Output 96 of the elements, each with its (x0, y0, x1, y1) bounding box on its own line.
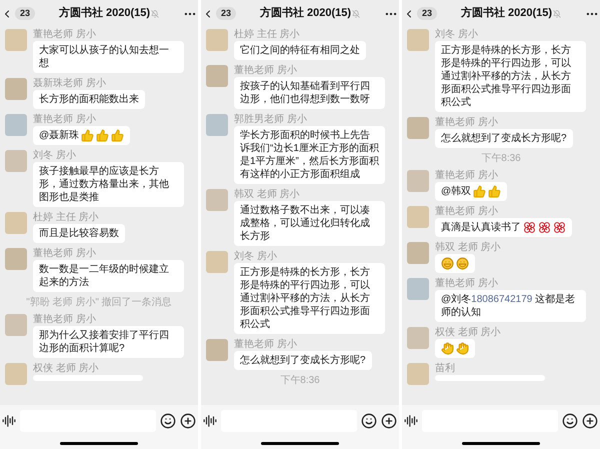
avatar-photo-placeholder[interactable] (5, 29, 27, 51)
chat-title: 方圆书社 2020(15) (260, 6, 352, 22)
sender-name: 韩双 老师 房小 (435, 242, 501, 253)
thumbs-up-icon (473, 185, 486, 198)
avatar-photo-placeholder[interactable] (407, 242, 429, 264)
sender-name: 杜婷 主任 房小 (234, 29, 301, 40)
avatar-photo-placeholder[interactable] (407, 206, 429, 228)
system-notice: "郭盼 老师 房小" 撤回了一条消息 (26, 297, 172, 309)
message-text: 它们之间的特征有相同之处 (240, 44, 360, 57)
sender-name: 郭胜男老师 房小 (234, 114, 308, 125)
grin-face-icon (441, 257, 454, 270)
avatar-photo-placeholder[interactable] (5, 314, 27, 336)
sender-name: 董艳老师 房小 (435, 170, 499, 181)
message-text: 通过数格子数不出来，可以凑成整格，可以通过化归转化成长方形 (240, 204, 371, 243)
sender-name: 董艳老师 房小 (33, 29, 97, 40)
sender-name: 董艳老师 房小 (33, 248, 97, 259)
thumbs-up-icon (96, 129, 110, 142)
avatar-photo-placeholder[interactable] (206, 189, 228, 211)
grin-face-icon (456, 257, 469, 270)
timestamp: 下午8:36 (481, 153, 521, 165)
sender-name: 董艳老师 房小 (435, 117, 499, 128)
avatar-photo-placeholder[interactable] (206, 65, 228, 87)
avatar-photo-placeholder[interactable] (407, 29, 429, 51)
thumbs-up-icon (111, 129, 124, 142)
phone-link[interactable]: 18086742179 (471, 294, 532, 305)
sender-name: 董艳老师 房小 (33, 314, 97, 325)
avatar-photo-placeholder[interactable] (5, 363, 27, 385)
unread-badge[interactable]: 23 (417, 7, 438, 20)
message-text: @韩双 (441, 185, 472, 198)
message-text: 数一数是一二年级的时候建立起来的方法 (39, 263, 170, 289)
unread-badge[interactable]: 23 (216, 7, 236, 20)
avatar-photo-placeholder[interactable] (206, 114, 228, 136)
mute-icon (553, 10, 562, 18)
sender-name: 聂新珠老师 房小 (33, 78, 107, 89)
avatar-photo-placeholder[interactable] (206, 29, 228, 51)
voice-icon[interactable] (203, 414, 217, 428)
unread-badge[interactable]: 23 (15, 7, 36, 20)
avatar-photo-placeholder[interactable] (206, 251, 228, 273)
avatar-photo-placeholder[interactable] (5, 114, 27, 136)
avatar-photo-placeholder[interactable] (5, 248, 27, 270)
message-text: 怎么就想到了变成长方形呢? (441, 132, 567, 145)
message-text: 孩子接触最早的应该是长方形，通过数方格量出来，其他图形也是类推 (39, 165, 170, 204)
avatar-photo-placeholder[interactable] (407, 363, 429, 385)
message-text: @刘冬18086742179 这都是老师的认知 (441, 293, 576, 319)
sender-name: 董艳老师 房小 (234, 339, 298, 350)
flower-icon (523, 221, 536, 234)
flower-icon (538, 221, 551, 234)
sender-name: 杜婷 主任 房小 (33, 212, 100, 223)
sender-name: 董艳老师 房小 (435, 206, 499, 217)
avatar-photo-placeholder[interactable] (407, 170, 429, 192)
message-text: 那为什么又接着安排了平行四边形的面积计算呢? (39, 329, 170, 355)
message-text: 长方形的面积能数出来 (39, 93, 139, 106)
avatar-photo-placeholder[interactable] (206, 339, 228, 361)
sender-name: 刘冬 房小 (33, 150, 77, 161)
avatar-photo-placeholder[interactable] (5, 212, 27, 234)
emoji-icon[interactable] (562, 413, 578, 429)
avatar-photo-placeholder[interactable] (407, 327, 429, 349)
avatar-photo-placeholder[interactable] (5, 78, 27, 100)
message-text: 而且是比较容易数 (39, 227, 119, 240)
flower-icon (553, 221, 566, 234)
message-text: @聂新珠 (39, 129, 80, 142)
timestamp: 下午8:36 (280, 375, 320, 387)
hand-icon (441, 342, 454, 355)
mute-icon (151, 10, 160, 18)
sender-name: 权侠 老师 房小 (33, 363, 100, 374)
sender-name: 刘冬 房小 (234, 251, 278, 262)
chat-title: 方圆书社 2020(15) (58, 6, 150, 22)
chat-title: 方圆书社 2020(15) (460, 6, 552, 22)
thumbs-up-icon (81, 129, 94, 142)
plus-icon[interactable] (582, 413, 598, 429)
hand-icon (456, 342, 469, 355)
message-text: 怎么就想到了变成长方形呢? (240, 354, 366, 367)
emoji-icon[interactable] (160, 413, 176, 429)
sender-name: 董艳老师 房小 (33, 114, 97, 125)
sender-name: 董艳老师 房小 (435, 278, 499, 289)
message-text: 学长方形面积的时候书上先告诉我们“边长1厘米正方形的面积是1平方厘米”，然后长方形面积有这样的小正方形面积组成 (240, 129, 379, 181)
message-text: 真滴是认真读书了 (441, 221, 521, 234)
sender-name: 刘冬 房小 (435, 29, 479, 40)
sender-name: 韩双 老师 房小 (234, 189, 301, 200)
avatar-photo-placeholder[interactable] (407, 278, 429, 300)
sender-name: 苗利 (435, 363, 456, 374)
plus-icon[interactable] (180, 413, 196, 429)
sender-name: 董艳老师 房小 (234, 65, 298, 76)
message-text: 按孩子的认知基础看到平行四边形，他们也得想到数一数呀 (240, 80, 371, 106)
plus-icon[interactable] (381, 413, 397, 429)
emoji-icon[interactable] (361, 413, 377, 429)
sender-name: 权侠 老师 房小 (435, 327, 501, 338)
message-text: 正方形是特殊的长方形，长方形是特殊的平行四边形，可以通过割补平移的方法，从长方形面积公式推导平行四边形面积公式 (240, 266, 371, 331)
avatar-photo-placeholder[interactable] (5, 150, 27, 172)
thumbs-up-icon (488, 185, 502, 198)
voice-icon[interactable] (404, 414, 418, 428)
message-text: 正方形是特殊的长方形，长方形是特殊的平行四边形，可以通过割补平移的方法，从长方形面积公式推导平行四边形面积公式 (441, 44, 572, 109)
avatar-photo-placeholder[interactable] (407, 117, 429, 139)
voice-icon[interactable] (2, 414, 16, 428)
mute-icon (352, 10, 360, 18)
message-text: 大家可以从孩子的认知去想一想 (39, 44, 170, 70)
